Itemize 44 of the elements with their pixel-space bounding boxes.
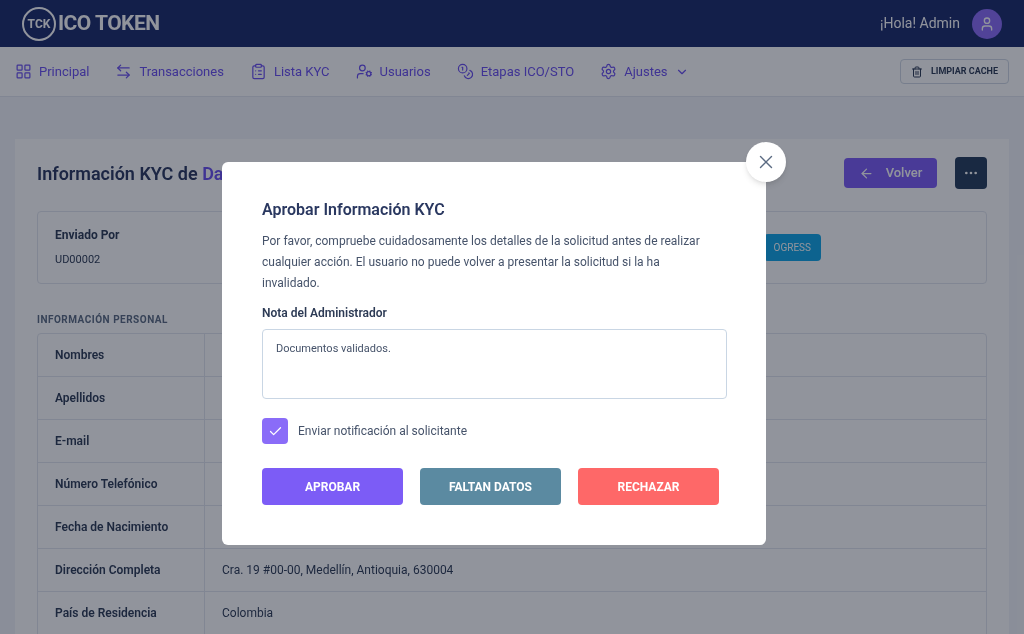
table-cell: Número Telefónico [38,463,205,505]
status-badge: OGRESS [763,234,821,261]
field-value: UD00002 [55,252,102,269]
nav-link[interactable]: Ajustes [600,61,689,82]
page-title: Información KYC de Da [37,161,224,186]
logo-text: ICO TOKEN [58,9,160,37]
nav-link[interactable]: Lista KYC [249,61,330,82]
table-cell: Fecha de Nacimiento [38,506,205,548]
avatar-button[interactable] [972,8,1002,39]
action-button[interactable]: APROBAR [262,468,403,505]
modal-text: Por favor, compruebe cuidadosamente los detalles de la solicitud antes de realizar cualquier acción. El usuario no puede volver a presentar la solicitud si la ha invalidado. [262,233,701,292]
notify-checkbox[interactable] [262,418,288,444]
note-label: Nota del Administrador [262,305,388,322]
swap-arrows-icon [115,63,133,80]
list-icon [249,63,267,80]
nav-link[interactable]: Transacciones [115,61,224,82]
table-cell: Apellidos [38,377,205,419]
trash-icon [910,65,923,78]
table-cell: País de Residencia [38,592,205,634]
table-cell: Dirección Completa [38,549,205,591]
nav-link[interactable]: Usuarios [355,61,431,82]
modal-title: Aprobar Información KYC [262,199,446,221]
user-icon [355,63,373,80]
table-cell: E-mail [38,420,205,462]
user-icon [979,15,995,32]
coins-icon [456,63,474,80]
table-cell: Nombres [38,334,205,376]
table-cell-text: Colombia [222,605,274,622]
table-cell-text: Cra. 19 #00-00, Medellín, Antioquia, 630004 [222,562,454,579]
more-button[interactable] [955,157,987,189]
back-button[interactable]: Volver [844,158,937,188]
action-button[interactable]: RECHAZAR [578,468,719,505]
note-field[interactable]: Documentos validados. [262,329,727,399]
checkbox-label: Enviar notificación al solicitante [298,423,468,440]
grid-icon [15,63,32,80]
section-title: INFORMACIÓN PERSONAL [37,312,168,327]
logo-mark: TCK [22,6,56,41]
nav-link[interactable]: Etapas ICO/STO [456,61,575,82]
greeting: ¡Hola! Admin [880,14,960,33]
nav-link[interactable]: Principal [15,61,90,82]
field-label: Enviado Por [55,227,120,245]
settings-icon [600,63,618,80]
action-button[interactable]: FALTAN DATOS [420,468,561,505]
clear-cache-button[interactable]: LIMPIAR CACHE [899,59,1009,84]
